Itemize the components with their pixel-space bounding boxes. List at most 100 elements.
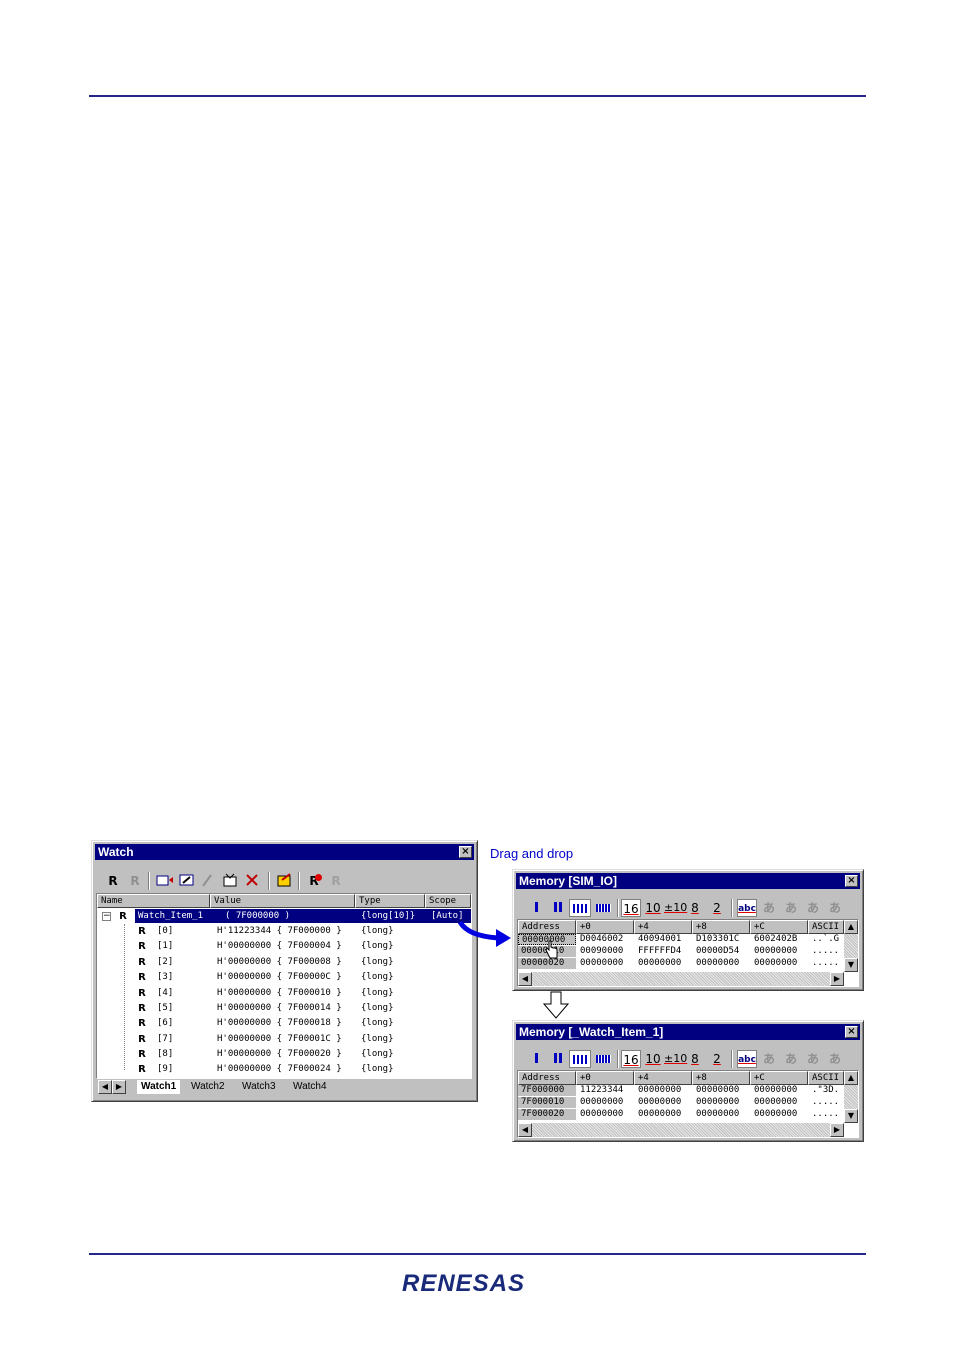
memory1-titlebar: Memory [SIM_IO] × bbox=[516, 873, 860, 889]
hex-button[interactable]: 16 bbox=[621, 1050, 641, 1068]
hex-button[interactable]: 16 bbox=[621, 899, 641, 917]
vertical-scroll-track[interactable] bbox=[844, 1085, 858, 1109]
refresh-icon[interactable] bbox=[276, 872, 294, 890]
scroll-up-icon[interactable]: ▲ bbox=[844, 920, 858, 934]
watch-row[interactable]: R [8] H'00000000 { 7F000020 } {long} bbox=[97, 1047, 471, 1062]
watch-row[interactable]: R [1] H'00000000 { 7F000004 } {long} bbox=[97, 939, 471, 954]
memory1-title: Memory [SIM_IO] bbox=[519, 874, 618, 888]
delete-icon[interactable] bbox=[244, 872, 260, 890]
jis-button[interactable]: あ bbox=[782, 1050, 800, 1068]
watch-close-button[interactable]: × bbox=[459, 846, 472, 858]
tab-scroll-left-icon[interactable]: ◀ bbox=[98, 1080, 112, 1094]
watch-root-row[interactable]: − R Watch_Item_1 ( 7F000000 ) {long[10]}… bbox=[97, 909, 471, 924]
r-icon: R bbox=[119, 911, 127, 922]
memory2-titlebar: Memory [_Watch_Item_1] × bbox=[516, 1024, 860, 1040]
col-ascii: ASCII bbox=[808, 920, 844, 934]
horizontal-scroll-track[interactable] bbox=[532, 972, 830, 986]
col-address: Address bbox=[518, 920, 576, 934]
collapse-icon[interactable]: − bbox=[102, 912, 111, 921]
scroll-right-icon[interactable]: ▶ bbox=[830, 972, 844, 986]
r-icon: R bbox=[138, 1003, 146, 1014]
pencil-icon[interactable] bbox=[200, 872, 214, 890]
r-icon: R bbox=[138, 926, 146, 937]
watch-row[interactable]: R [5] H'00000000 { 7F000014 } {long} bbox=[97, 1001, 471, 1016]
memory1-close-button[interactable]: × bbox=[845, 875, 858, 887]
memory-window-sim-io: Memory [SIM_IO] × 16 10 ±10 8 2 abc あ あ … bbox=[512, 869, 864, 991]
memory2-row[interactable]: 7F000020 00000000 00000000 00000000 0000… bbox=[518, 1109, 844, 1121]
sjis-button[interactable]: あ bbox=[760, 1050, 778, 1068]
r-icon: R bbox=[138, 1064, 146, 1075]
watch-row[interactable]: R [0] H'11223344 { 7F000000 } {long} bbox=[97, 924, 471, 939]
euc-button[interactable]: あ bbox=[804, 1050, 822, 1068]
tab-scroll-right-icon[interactable]: ▶ bbox=[112, 1080, 126, 1094]
utf-button[interactable]: あ bbox=[826, 899, 844, 917]
scroll-down-icon[interactable]: ▼ bbox=[844, 1109, 858, 1123]
horizontal-scroll-track[interactable] bbox=[532, 1123, 830, 1137]
watch-row[interactable]: R [2] H'00000000 { 7F000008 } {long} bbox=[97, 955, 471, 970]
memory1-row[interactable]: 00000000 D0046002 40094001 D103301C 6002… bbox=[518, 934, 844, 946]
tab-watch3[interactable]: Watch3 bbox=[242, 1080, 276, 1094]
memory1-row[interactable]: 00000020 00000000 00000000 00000000 0000… bbox=[518, 958, 844, 970]
recalc-disabled-icon[interactable]: R bbox=[128, 872, 142, 890]
decimal-button[interactable]: 10 bbox=[645, 899, 661, 917]
binary-button[interactable]: 2 bbox=[711, 1050, 723, 1068]
scroll-left-icon[interactable]: ◀ bbox=[518, 1123, 532, 1137]
signed-decimal-button[interactable]: ±10 bbox=[664, 899, 687, 917]
renesas-logo: RENESAS bbox=[402, 1270, 526, 1297]
auto-update-icon[interactable]: R bbox=[306, 872, 322, 890]
ascii-button[interactable]: abc bbox=[737, 1050, 757, 1068]
memory2-close-button[interactable]: × bbox=[845, 1026, 858, 1038]
sjis-button[interactable]: あ bbox=[760, 899, 778, 917]
watch-row[interactable]: R [6] H'00000000 { 7F000018 } {long} bbox=[97, 1016, 471, 1031]
ascii-button[interactable]: abc bbox=[737, 899, 757, 917]
utf-button[interactable]: あ bbox=[826, 1050, 844, 1068]
binary-button[interactable]: 2 bbox=[711, 899, 723, 917]
auto-update-disabled-icon[interactable]: R bbox=[328, 872, 344, 890]
watch-row[interactable]: R [9] H'00000000 { 7F000024 } {long} bbox=[97, 1062, 471, 1077]
scroll-right-icon[interactable]: ▶ bbox=[830, 1123, 844, 1137]
col-type[interactable]: Type bbox=[355, 894, 425, 908]
tab-watch1[interactable]: Watch1 bbox=[137, 1080, 181, 1094]
euc-button[interactable]: あ bbox=[804, 899, 822, 917]
watch-row[interactable]: R [3] H'00000000 { 7F00000C } {long} bbox=[97, 970, 471, 985]
scroll-left-icon[interactable]: ◀ bbox=[518, 972, 532, 986]
signed-decimal-button[interactable]: ±10 bbox=[664, 1050, 687, 1068]
col-offset-4: +4 bbox=[634, 1071, 692, 1085]
add-watch-icon[interactable] bbox=[156, 872, 174, 890]
r-icon: R bbox=[138, 941, 146, 952]
memory2-row[interactable]: 7F000000 11223344 00000000 00000000 0000… bbox=[518, 1085, 844, 1097]
byte-8-icon[interactable] bbox=[593, 899, 613, 917]
vertical-scroll-track[interactable] bbox=[844, 934, 858, 958]
col-name[interactable]: Name bbox=[97, 894, 210, 908]
col-offset-c: +C bbox=[750, 920, 808, 934]
byte-4-icon[interactable] bbox=[569, 1050, 591, 1068]
tab-watch4[interactable]: Watch4 bbox=[293, 1080, 327, 1094]
byte-4-icon[interactable] bbox=[569, 899, 591, 917]
byte-1-icon[interactable] bbox=[531, 899, 541, 917]
byte-8-icon[interactable] bbox=[593, 1050, 613, 1068]
octal-button[interactable]: 8 bbox=[689, 899, 701, 917]
byte-1-icon[interactable] bbox=[531, 1050, 541, 1068]
col-value[interactable]: Value bbox=[210, 894, 355, 908]
recalc-icon[interactable]: R bbox=[106, 872, 120, 890]
col-scope[interactable]: Scope bbox=[425, 894, 471, 908]
r-icon: R bbox=[138, 972, 146, 983]
memory1-row[interactable]: 00000010 00090000 FFFFFFD4 00000D54 0000… bbox=[518, 946, 844, 958]
octal-button[interactable]: 8 bbox=[689, 1050, 701, 1068]
drag-and-drop-caption: Drag and drop bbox=[490, 846, 574, 861]
watch-root-type: {long[10]} bbox=[361, 911, 416, 921]
watch-window: Watch × R R R R Name Value Type Scope − … bbox=[91, 840, 478, 1102]
jis-button[interactable]: あ bbox=[782, 899, 800, 917]
tab-watch2[interactable]: Watch2 bbox=[191, 1080, 225, 1094]
watch-row[interactable]: R [7] H'00000000 { 7F00001C } {long} bbox=[97, 1032, 471, 1047]
edit-value-icon[interactable] bbox=[178, 872, 196, 890]
scroll-up-icon[interactable]: ▲ bbox=[844, 1071, 858, 1085]
scroll-down-icon[interactable]: ▼ bbox=[844, 958, 858, 972]
toolbar-separator bbox=[731, 899, 733, 917]
decimal-button[interactable]: 10 bbox=[645, 1050, 661, 1068]
byte-2-icon[interactable] bbox=[551, 1050, 565, 1068]
byte-2-icon[interactable] bbox=[551, 899, 565, 917]
memory-view-icon[interactable] bbox=[222, 872, 240, 890]
memory2-row[interactable]: 7F000010 00000000 00000000 00000000 0000… bbox=[518, 1097, 844, 1109]
watch-row[interactable]: R [4] H'00000000 { 7F000010 } {long} bbox=[97, 986, 471, 1001]
